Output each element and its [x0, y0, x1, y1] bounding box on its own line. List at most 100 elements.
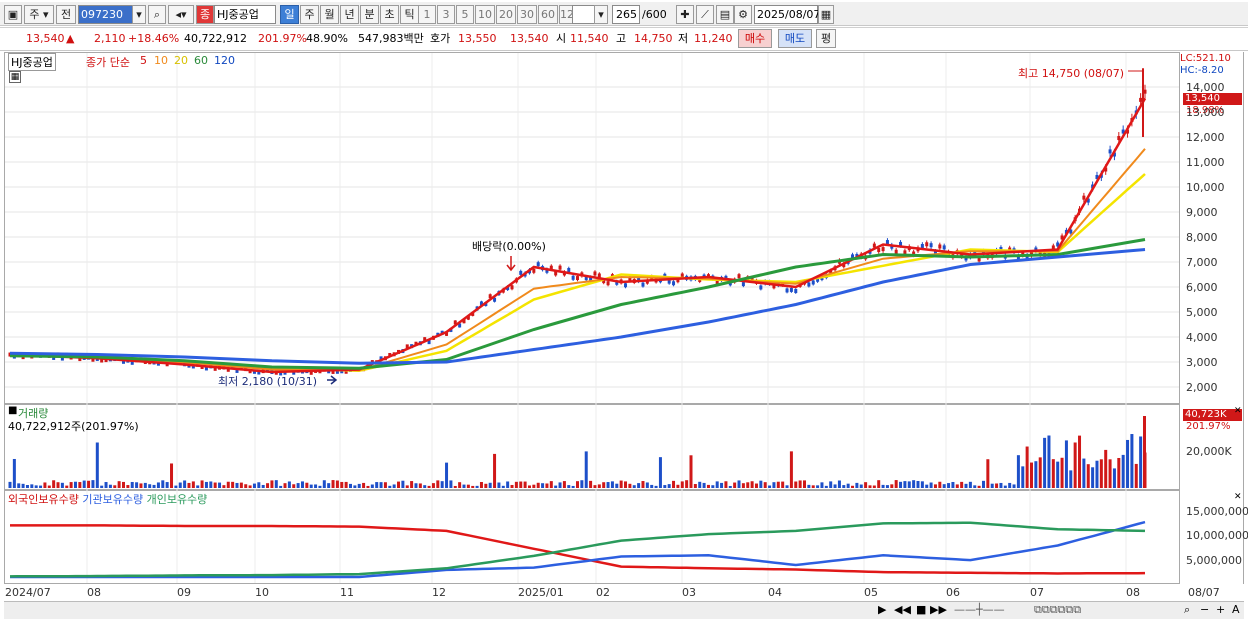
volume-bar: [955, 484, 959, 488]
tool-icons[interactable]: ⧉⧉⧉⧉⧉⧉: [1034, 603, 1081, 617]
volume-bar: [519, 481, 523, 488]
holders-tick-1: 15,000,000: [1186, 505, 1248, 518]
volume-bar: [130, 481, 134, 488]
volume-bar: [226, 481, 230, 488]
volume-bar: [493, 453, 497, 488]
volume-bar: [375, 482, 379, 488]
volume-bar: [615, 483, 619, 488]
zoom-out-icon[interactable]: −: [1200, 603, 1209, 616]
candle-body: [1082, 195, 1086, 200]
volume-bar: [174, 485, 178, 488]
volume-bar: [104, 482, 108, 488]
scroll-right-icon[interactable]: ▶: [878, 603, 886, 616]
volume-bar: [1073, 442, 1077, 488]
volume-bar: [178, 482, 182, 488]
volume-bar: [200, 480, 204, 488]
volume-bar: [196, 485, 200, 488]
volume-bar: [885, 485, 889, 488]
candle-body: [567, 268, 571, 273]
volume-bar: [1095, 460, 1099, 488]
volume-bar: [60, 482, 64, 488]
price-y-tick: 5,000: [1186, 306, 1218, 319]
volume-bar: [650, 484, 654, 488]
volume-bar: [549, 481, 553, 488]
volume-bar: [864, 482, 868, 488]
candle-body: [576, 276, 579, 281]
bottom-scrollbar[interactable]: ▶ ◀◀ ■ ▶▶ ——┼—— ⧉⧉⧉⧉⧉⧉ ⌕ − + A: [4, 601, 1244, 619]
candle-body: [785, 288, 789, 293]
volume-bar: [1112, 468, 1116, 488]
volume-bar: [912, 480, 916, 488]
holders-panel-close-icon[interactable]: ✕: [1234, 492, 1242, 502]
zoom-in-icon[interactable]: +: [1216, 603, 1225, 616]
volume-bar: [794, 481, 798, 488]
volume-bar: [117, 481, 121, 488]
volume-bar: [851, 485, 855, 488]
volume-bar: [366, 485, 370, 488]
volume-bar: [720, 482, 724, 488]
x-tick: 10: [255, 586, 269, 599]
volume-bar: [279, 485, 283, 488]
candle-body: [1108, 149, 1112, 154]
volume-bar: [488, 482, 492, 488]
volume-bar: [798, 480, 802, 488]
stop-icon[interactable]: ■: [916, 603, 926, 616]
volume-bar: [248, 485, 252, 488]
volume-bar: [436, 480, 440, 488]
font-size-icon[interactable]: A: [1232, 603, 1240, 616]
volume-bar: [567, 485, 571, 488]
volume-bar: [392, 484, 396, 488]
volume-bar: [872, 485, 876, 488]
candle-body: [641, 282, 645, 287]
holders-line-2: [9, 521, 1146, 578]
volume-bar: [833, 484, 837, 488]
volume-bar: [741, 483, 745, 488]
low-arrow: [327, 375, 338, 385]
volume-panel-close-icon[interactable]: ✕: [1234, 406, 1242, 416]
volume-bar: [938, 481, 942, 488]
volume-bar: [772, 482, 776, 488]
volume-bar: [466, 484, 470, 488]
volume-bar: [916, 480, 920, 488]
calculator-icon[interactable]: ▦: [9, 71, 21, 83]
volume-bar: [1104, 449, 1108, 488]
scroll-last-icon[interactable]: ▶▶: [930, 603, 947, 616]
volume-bar: [1117, 457, 1121, 488]
x-tick: 02: [596, 586, 610, 599]
zoom-slider[interactable]: ——┼——: [954, 603, 1005, 616]
lc-label: LC:521.10: [1180, 53, 1231, 64]
volume-bar: [641, 481, 645, 488]
volume-bar: [1008, 482, 1012, 488]
volume-bar: [335, 480, 339, 488]
legend-individual[interactable]: 개인보유수량: [147, 493, 208, 506]
volume-bar: [418, 483, 422, 488]
x-tick: 08/07: [1188, 586, 1220, 599]
volume-bar: [25, 485, 29, 488]
volume-bar: [506, 481, 510, 488]
ma20-label: 20: [174, 54, 188, 67]
volume-bar: [479, 481, 483, 488]
legend-foreign[interactable]: 외국인보유수량: [8, 493, 79, 506]
volume-bar: [34, 485, 38, 488]
x-tick: 06: [946, 586, 960, 599]
volume-bar: [803, 480, 806, 488]
zoom-search-icon[interactable]: ⌕: [1184, 603, 1190, 617]
dividend-note: 배당락(0.00%): [472, 240, 546, 253]
price-panel-name[interactable]: HJ중공업: [8, 53, 56, 71]
volume-bar: [122, 481, 125, 488]
volume-bar: [951, 481, 955, 488]
volume-bar: [724, 481, 728, 488]
volume-bar: [231, 481, 235, 488]
volume-bar: [899, 481, 903, 488]
volume-bar: [222, 485, 226, 488]
volume-bar: [39, 485, 43, 488]
volume-bar: [1051, 459, 1055, 488]
scroll-first-icon[interactable]: ◀◀: [894, 603, 911, 616]
candle-body: [672, 281, 676, 286]
last-price-tag: 13,540: [1183, 93, 1242, 105]
volume-bar: [628, 483, 632, 488]
dividend-arrow: [506, 256, 516, 272]
legend-institution[interactable]: 기관보유수량: [82, 493, 143, 506]
candle-body: [894, 249, 898, 254]
volume-bar: [405, 485, 409, 488]
